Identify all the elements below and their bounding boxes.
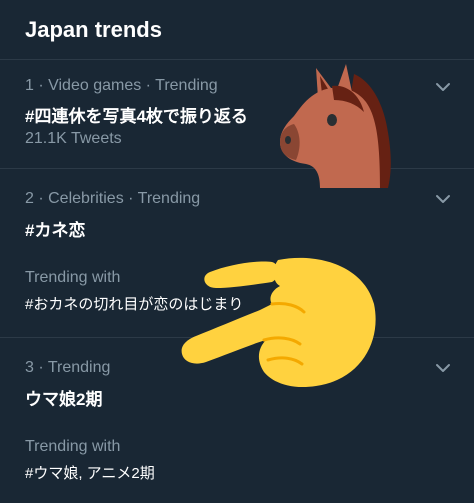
- trend-name: #四連休を写真4枚で振り返る: [25, 107, 248, 126]
- trend-name: #カネ恋: [25, 221, 86, 240]
- chevron-down-icon[interactable]: [434, 78, 452, 96]
- trend-name: ウマ娘2期: [25, 390, 103, 409]
- trending-with-value[interactable]: #ウマ娘, アニメ2期: [25, 462, 155, 483]
- pointing-hand-emoji-icon: [181, 257, 376, 388]
- chevron-down-icon[interactable]: [434, 359, 452, 377]
- trends-panel: Japan trends 1 · Video games · Trending …: [0, 0, 474, 503]
- trending-with-label: Trending with: [25, 438, 121, 455]
- trend-meta: 1 · Video games · Trending: [25, 77, 218, 94]
- trend-meta: 2 · Celebrities · Trending: [25, 190, 201, 207]
- chevron-down-icon[interactable]: [434, 190, 452, 208]
- trend-meta: 3 · Trending: [25, 359, 111, 376]
- trending-with-label: Trending with: [25, 269, 121, 286]
- tweet-count: 21.1K Tweets: [25, 130, 122, 147]
- horse-face-emoji-icon: [280, 64, 391, 188]
- page-title: Japan trends: [25, 17, 162, 42]
